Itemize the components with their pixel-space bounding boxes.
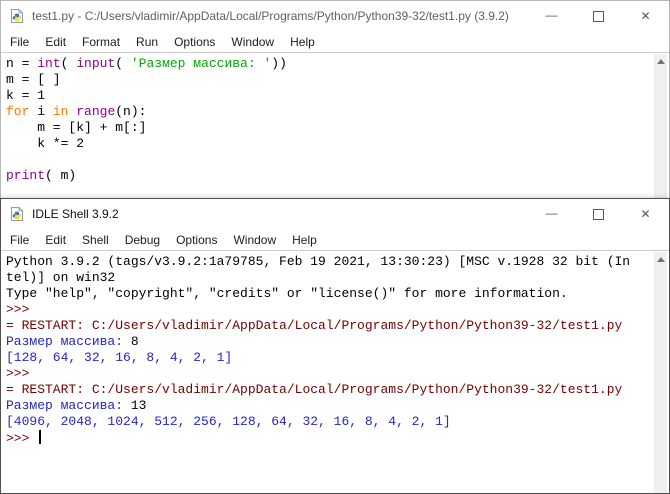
text-line: tel)] on win32 [6, 270, 116, 285]
menu-item-options[interactable]: Options [166, 33, 223, 51]
text-line: = RESTART: C:/Users/vladimir/AppData/Loc… [6, 318, 623, 333]
menu-item-window[interactable]: Window [223, 33, 282, 51]
text-line: n = int( input( 'Размер массива: ')) [6, 56, 287, 71]
text-line: >>> [6, 430, 669, 447]
editor-menu-bar: File Edit Format Run Options Window Help [1, 31, 669, 52]
shell-window-title: IDLE Shell 3.9.2 [32, 207, 119, 221]
text-line: Размер массива: 8 [6, 334, 139, 349]
menu-item-debug[interactable]: Debug [117, 231, 168, 249]
close-icon: ✕ [640, 9, 651, 23]
minimize-button[interactable]: — [528, 199, 575, 229]
text-line: for i in range(n): [6, 104, 147, 119]
shell-output-area[interactable]: Python 3.9.2 (tags/v3.9.2:1a79785, Feb 1… [1, 250, 669, 493]
menu-item-file[interactable]: File [2, 33, 37, 51]
text-line: >>> [6, 302, 38, 317]
text-line: Python 3.9.2 (tags/v3.9.2:1a79785, Feb 1… [6, 254, 631, 269]
text-line: m = [k] + m[:] [6, 120, 147, 135]
shell-window: IDLE Shell 3.9.2 — ✕ File Edit Shell Debug O… [0, 198, 670, 494]
shell-output: Python 3.9.2 (tags/v3.9.2:1a79785, Feb 1… [1, 251, 669, 447]
text-line: [128, 64, 32, 16, 8, 4, 2, 1] [6, 350, 233, 365]
text-line: = RESTART: C:/Users/vladimir/AppData/Loc… [6, 382, 623, 397]
menu-item-edit[interactable]: Edit [37, 231, 74, 249]
maximize-icon [593, 208, 604, 220]
editor-scrollbar[interactable] [654, 54, 667, 198]
python-file-icon [11, 8, 24, 23]
menu-item-shell[interactable]: Shell [74, 231, 117, 249]
maximize-icon [593, 10, 604, 22]
editor-code: n = int( input( 'Размер массива: ')) m = … [1, 53, 669, 184]
menu-item-edit[interactable]: Edit [37, 33, 74, 51]
menu-item-format[interactable]: Format [74, 33, 128, 51]
minimize-icon: — [545, 206, 558, 220]
scroll-up-icon [656, 256, 665, 262]
menu-item-window[interactable]: Window [225, 231, 284, 249]
python-file-icon [11, 206, 24, 221]
scroll-up-button[interactable] [654, 54, 667, 68]
menu-item-options[interactable]: Options [168, 231, 225, 249]
text-line: [4096, 2048, 1024, 512, 256, 128, 64, 32… [6, 414, 451, 429]
text-line: k = 1 [6, 88, 46, 103]
maximize-button[interactable] [575, 1, 622, 31]
text-line: Размер массива: 13 [6, 398, 147, 413]
text-line: Type "help", "copyright", "credits" or "… [6, 286, 568, 301]
text-line: k *= 2 [6, 136, 85, 151]
text-line: >>> [6, 366, 38, 381]
maximize-button[interactable] [575, 199, 622, 229]
editor-window: test1.py - C:/Users/vladimir/AppData/Loc… [0, 0, 670, 198]
scroll-up-button[interactable] [654, 252, 667, 266]
shell-title-bar[interactable]: IDLE Shell 3.9.2 — ✕ [1, 199, 669, 229]
menu-item-help[interactable]: Help [282, 33, 323, 51]
text-line [6, 152, 669, 168]
menu-item-help[interactable]: Help [284, 231, 325, 249]
close-icon: ✕ [640, 207, 651, 221]
editor-window-controls: — ✕ [528, 1, 669, 31]
shell-window-controls: — ✕ [528, 199, 669, 229]
menu-item-file[interactable]: File [2, 231, 37, 249]
minimize-button[interactable]: — [528, 1, 575, 31]
editor-code-area[interactable]: n = int( input( 'Размер массива: ')) m = … [1, 52, 669, 198]
editor-title-bar[interactable]: test1.py - C:/Users/vladimir/AppData/Loc… [1, 1, 669, 31]
text-line: print( m) [6, 168, 77, 183]
text-line: m = [ ] [6, 72, 61, 87]
menu-item-run[interactable]: Run [128, 33, 166, 51]
text-cursor [39, 430, 42, 444]
scroll-up-icon [656, 58, 665, 64]
close-button[interactable]: ✕ [622, 199, 669, 229]
shell-menu-bar: File Edit Shell Debug Options Window Help [1, 229, 669, 250]
editor-window-title: test1.py - C:/Users/vladimir/AppData/Loc… [32, 9, 509, 23]
shell-scrollbar[interactable] [654, 252, 667, 493]
close-button[interactable]: ✕ [622, 1, 669, 31]
minimize-icon: — [545, 8, 558, 22]
